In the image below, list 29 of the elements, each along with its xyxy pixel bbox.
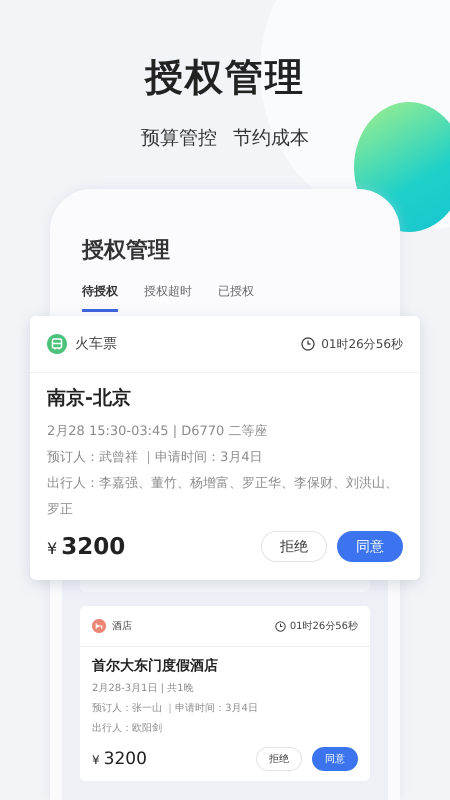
train-icon (47, 334, 67, 354)
price: ¥ 3200 (92, 749, 147, 769)
headline: 授权管理 (145, 54, 305, 101)
order-title: 南京-北京 (47, 386, 132, 411)
reject-button[interactable]: 拒绝 (256, 747, 302, 771)
order-title: 首尔大东门度假酒店 (92, 657, 219, 675)
reject-button[interactable]: 拒绝 (261, 531, 327, 562)
clock-icon (301, 337, 316, 351)
price: ¥ 3200 (47, 534, 126, 560)
order-category: 火车票 (75, 335, 117, 353)
approve-button[interactable]: 同意 (312, 747, 358, 771)
tagline: 预算管控 (141, 126, 217, 151)
order-detail: 出行人：欧阳剑 (92, 722, 163, 736)
tab[interactable]: 授权超时 (144, 283, 192, 312)
clock-icon (274, 620, 286, 632)
tab[interactable]: 已授权 (218, 283, 254, 312)
order-detail: 2月28-3月1日 | 共1晚 (92, 682, 195, 696)
screen-title: 授权管理 (82, 237, 171, 265)
order-category: 酒店 (112, 620, 132, 633)
tab[interactable]: 待授权 (82, 283, 118, 312)
order-detail: 预订人：张一山 ｜申请时间：3月4日 (92, 702, 259, 716)
order-detail: 出行人：李嘉强、董竹、杨增富、罗正华、李保财、刘洪山、罗正 (47, 475, 399, 519)
approve-button[interactable]: 同意 (337, 531, 403, 562)
countdown: 01时26分56秒 (290, 620, 358, 633)
bed-icon (92, 619, 106, 633)
order-detail: 预订人：武曾祥 ｜申请时间：3月4日 (47, 449, 264, 467)
countdown: 01时26分56秒 (321, 336, 403, 352)
tagline: 节约成本 (233, 126, 309, 151)
order-detail: 2月28 15:30-03:45 | D6770 二等座 (47, 423, 268, 441)
